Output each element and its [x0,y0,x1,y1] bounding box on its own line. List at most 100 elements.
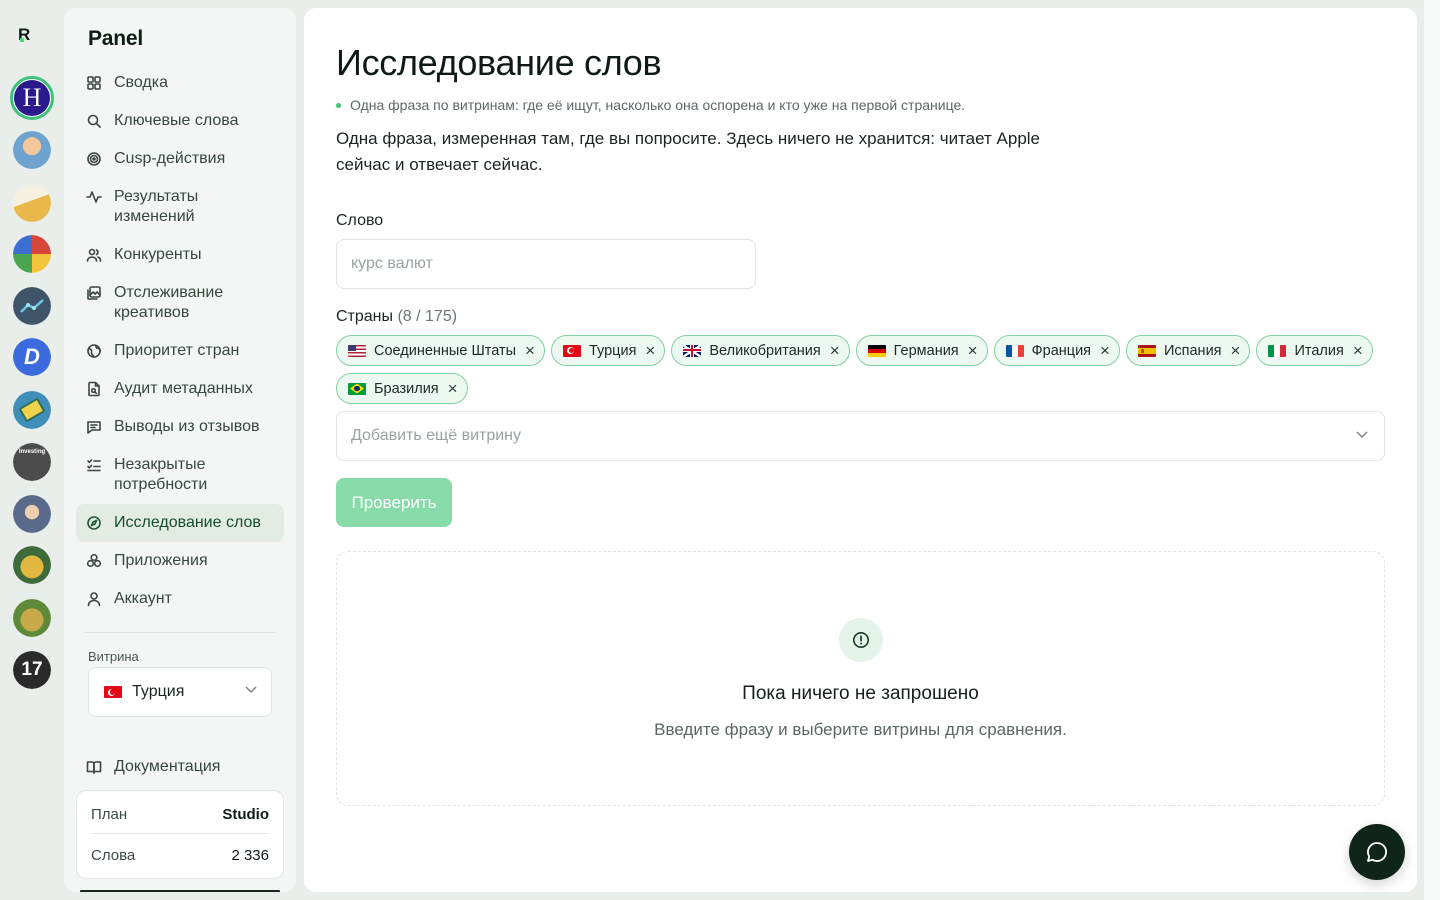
check-button[interactable]: Проверить [336,478,452,527]
add-store-select[interactable]: Добавить ещё витрину [336,411,1385,461]
sidebar-item-label: Сводка [114,74,169,91]
remove-icon[interactable]: × [448,380,458,397]
store-select-value: Турция [132,683,185,700]
main-panel: Исследование слов Одна фраза по витринам… [304,8,1417,892]
sidebar-item-label: Отслеживание креативов [114,284,224,321]
country-chip-it: Италия × [1256,335,1373,366]
user-icon [87,592,101,607]
sidebar-item-account[interactable]: Аккаунт [76,580,284,618]
sidebar-item-keywords[interactable]: Ключевые слова [76,102,284,140]
remove-icon[interactable]: × [830,342,840,359]
sidebar-item-creatives[interactable]: Отслеживание креативов [76,274,284,332]
word-label: Слово [336,212,384,229]
chevron-down-icon [1356,431,1368,439]
france-flag-icon [1005,344,1024,357]
words-label: Слова [91,847,136,864]
sidebar-item-label: Результаты изменений [114,188,199,225]
sidebar-item-label: Аудит метаданных [114,380,253,397]
countries-count: (8 / 175) [397,308,458,325]
store-select[interactable]: Турция [88,667,272,717]
app-avatar-11[interactable] [13,599,51,637]
sidebar: Panel Сводка Ключевые слова Cusp-действи… [64,8,296,892]
country-chip-es: Испания × [1125,335,1251,366]
germany-flag-icon [867,344,886,357]
app-avatar-10[interactable] [13,546,51,584]
sidebar-item-review-insights[interactable]: Выводы из отзывов [76,408,284,446]
remove-icon[interactable]: × [1100,342,1110,359]
remove-icon[interactable]: × [525,342,535,359]
chip-label: Турция [588,342,637,359]
list-check-icon [87,459,101,472]
brazil-flag-icon [348,382,366,395]
app-avatar-1[interactable]: H [10,76,54,120]
sidebar-item-unmet-needs[interactable]: Незакрытые потребности [76,446,284,504]
sidebar-item-metadata-audit[interactable]: Аудит метаданных [76,370,284,408]
sidebar-item-docs[interactable]: Документация [76,748,284,786]
italy-flag-icon [1268,344,1287,357]
chip-label: Италия [1294,342,1344,359]
sidebar-item-label: Ключевые слова [114,112,239,129]
country-chip-de: Германия × [855,335,988,366]
spain-flag-icon [1137,344,1156,357]
chip-label: Великобритания [709,342,821,359]
countries-label: Страны (8 / 175) [336,308,457,326]
file-search-icon [88,381,100,397]
app-avatar-6[interactable]: D [13,338,51,376]
search-icon [87,114,101,128]
country-chip-fr: Франция × [993,335,1120,366]
page-subtitle: Одна фраза по витринам: где её ищут, нас… [336,97,965,113]
plan-label: План [91,806,128,823]
countries-label-text: Страны [336,308,394,325]
sidebar-item-label: Выводы из отзывов [114,418,260,435]
remove-icon[interactable]: × [1353,342,1363,359]
app-avatar-3[interactable] [13,184,51,222]
app-avatar-5[interactable] [13,287,51,325]
chat-button[interactable] [1349,824,1405,880]
sidebar-item-word-research[interactable]: Исследование слов [76,504,284,542]
globe-icon [87,344,101,358]
apps-icon [86,553,102,568]
sidebar-item-label: Приоритет стран [114,342,240,359]
scrollbar-track[interactable] [1424,0,1440,900]
country-chip-us: Соединенные Штаты × [336,335,545,366]
app-avatar-7[interactable] [13,391,51,429]
app-avatar-9[interactable] [13,495,51,533]
words-row: Слова 2 336 [91,847,269,864]
app-avatar-2[interactable] [13,131,51,169]
sidebar-item-cusp-actions[interactable]: Cusp-действия [76,140,284,178]
sidebar-nav: Сводка Ключевые слова Cusp-действия Резу… [76,64,284,618]
word-input[interactable] [336,239,756,289]
sidebar-item-competitors[interactable]: Конкуренты [76,236,284,274]
plan-separator [91,833,269,834]
subtitle-text: Одна фраза по витринам: где её ищут, нас… [350,97,966,113]
target-icon [87,152,101,166]
app-avatar-4[interactable] [13,235,51,273]
sidebar-item-label: Cusp-действия [114,150,226,167]
remove-icon[interactable]: × [968,342,978,359]
sidebar-divider [84,632,276,633]
chat-icon [1367,842,1387,862]
grid-icon [87,76,101,90]
sidebar-item-summary[interactable]: Сводка [76,64,284,102]
store-label: Витрина [88,649,139,664]
empty-subtitle: Введите фразу и выберите витрины для сра… [654,720,1067,739]
users-icon [86,248,102,262]
sidebar-item-change-results[interactable]: Результаты изменений [76,178,284,236]
app-avatar-12[interactable]: 17 [13,651,51,689]
chevron-down-icon [245,686,257,694]
sidebar-item-apps[interactable]: Приложения [76,542,284,580]
country-chip-gb: Великобритания × [671,335,850,366]
add-store-placeholder: Добавить ещё витрину [351,427,521,444]
sidebar-item-country-priority[interactable]: Приоритет стран [76,332,284,370]
brand-logo[interactable]: R [18,25,38,45]
brand-title: Panel [88,27,144,50]
app-avatar-8[interactable]: Investing [13,443,51,481]
remove-icon[interactable]: × [1231,342,1241,359]
chip-label: Германия [893,342,959,359]
sidebar-item-label: Приложения [114,552,208,569]
chip-label: Испания [1163,342,1222,359]
remove-icon[interactable]: × [645,342,655,359]
turkey-flag-icon [562,344,581,357]
sidebar-item-label: Незакрытые потребности [114,456,208,493]
images-icon [87,286,101,300]
